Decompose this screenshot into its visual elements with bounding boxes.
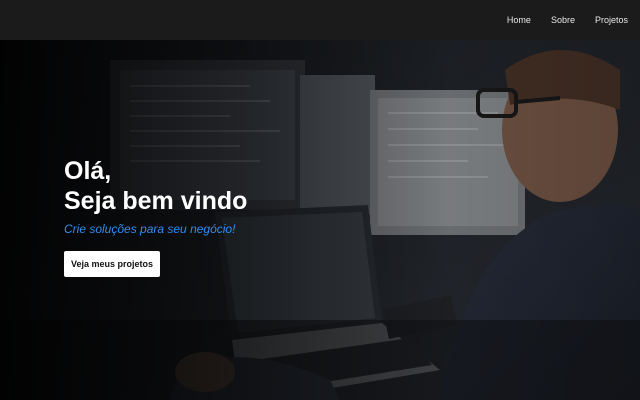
hero-subtitle: Crie soluções para seu negócio! (64, 222, 236, 236)
hero-title-line2: Seja bem vindo (64, 187, 248, 215)
nav-link-home[interactable]: Home (507, 15, 531, 25)
hero-title-line1: Olá, (64, 157, 112, 185)
hero-content: Olá, Seja bem vindo Crie soluções para s… (64, 156, 247, 277)
hero-title: Olá, Seja bem vindo (64, 156, 247, 216)
hero-section: Olá, Seja bem vindo Crie soluções para s… (0, 40, 640, 400)
nav-link-sobre[interactable]: Sobre (551, 15, 575, 25)
view-projects-button[interactable]: Veja meus projetos (64, 251, 161, 277)
nav-link-projetos[interactable]: Projetos (595, 15, 628, 25)
top-navbar: Home Sobre Projetos (0, 0, 640, 40)
